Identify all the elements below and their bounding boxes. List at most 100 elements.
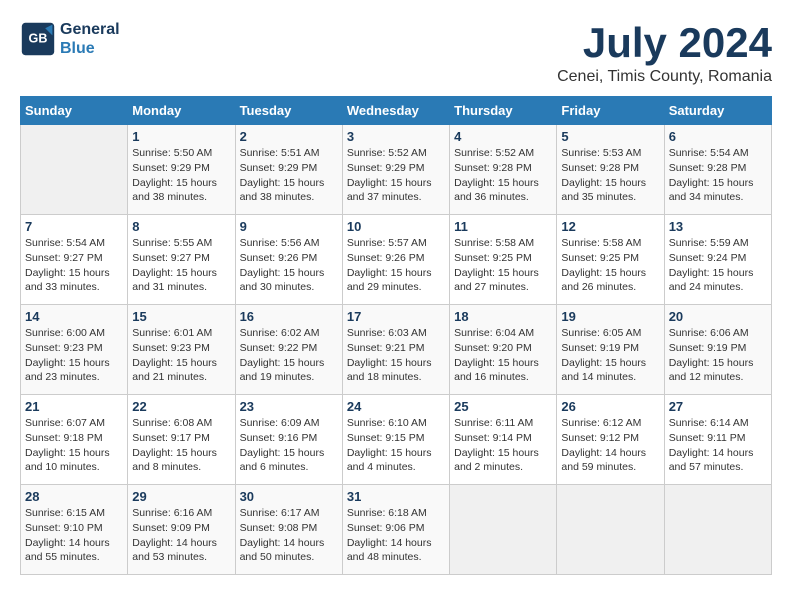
calendar-cell: 20 Sunrise: 6:06 AM Sunset: 9:19 PM Dayli…: [664, 305, 771, 395]
day-info: Sunrise: 6:00 AM Sunset: 9:23 PM Dayligh…: [25, 326, 123, 385]
calendar-cell: 8Sunrise: 5:55 AM Sunset: 9:27 PM Daylig…: [128, 215, 235, 305]
day-info: Sunrise: 6:06 AM Sunset: 9:19 PM Dayligh…: [669, 326, 767, 385]
calendar-cell: 14 Sunrise: 6:00 AM Sunset: 9:23 PM Dayli…: [21, 305, 128, 395]
day-info: Sunrise: 5:59 AM Sunset: 9:24 PM Dayligh…: [669, 236, 767, 295]
day-info: Sunrise: 5:58 AM Sunset: 9:25 PM Dayligh…: [561, 236, 659, 295]
day-number: 9: [240, 219, 338, 234]
day-number: 2: [240, 129, 338, 144]
day-number: 20: [669, 309, 767, 324]
day-number: 26: [561, 399, 659, 414]
logo-general-text: General: [60, 20, 120, 39]
calendar-week-row: 7Sunrise: 5:54 AM Sunset: 9:27 PM Daylig…: [21, 215, 772, 305]
day-info: Sunrise: 5:56 AM Sunset: 9:26 PM Dayligh…: [240, 236, 338, 295]
header-sunday: Sunday: [21, 97, 128, 125]
calendar-cell: 23Sunrise: 6:09 AM Sunset: 9:16 PM Dayli…: [235, 395, 342, 485]
day-info: Sunrise: 5:58 AM Sunset: 9:25 PM Dayligh…: [454, 236, 552, 295]
day-info: Sunrise: 5:50 AM Sunset: 9:29 PM Dayligh…: [132, 146, 230, 205]
calendar-cell: 21 Sunrise: 6:07 AM Sunset: 9:18 PM Dayli…: [21, 395, 128, 485]
calendar-cell: 3Sunrise: 5:52 AM Sunset: 9:29 PM Daylig…: [342, 125, 449, 215]
location-subtitle: Cenei, Timis County, Romania: [557, 68, 772, 86]
day-number: 19: [561, 309, 659, 324]
day-info: Sunrise: 6:18 AM Sunset: 9:06 PM Dayligh…: [347, 506, 445, 565]
header-saturday: Saturday: [664, 97, 771, 125]
calendar-cell: 28 Sunrise: 6:15 AM Sunset: 9:10 PM Dayli…: [21, 485, 128, 575]
day-number: 7: [25, 219, 123, 234]
day-info: Sunrise: 6:17 AM Sunset: 9:08 PM Dayligh…: [240, 506, 338, 565]
header-wednesday: Wednesday: [342, 97, 449, 125]
logo-blue-text: Blue: [60, 39, 120, 58]
calendar-week-row: 21 Sunrise: 6:07 AM Sunset: 9:18 PM Dayli…: [21, 395, 772, 485]
calendar-header-row: SundayMondayTuesdayWednesdayThursdayFrid…: [21, 97, 772, 125]
day-info: Sunrise: 6:09 AM Sunset: 9:16 PM Dayligh…: [240, 416, 338, 475]
day-number: 31: [347, 489, 445, 504]
day-number: 22: [132, 399, 230, 414]
day-info: Sunrise: 5:57 AM Sunset: 9:26 PM Dayligh…: [347, 236, 445, 295]
day-info: Sunrise: 6:05 AM Sunset: 9:19 PM Dayligh…: [561, 326, 659, 385]
calendar-cell: 29 Sunrise: 6:16 AM Sunset: 9:09 PM Dayli…: [128, 485, 235, 575]
calendar-cell: 13Sunrise: 5:59 AM Sunset: 9:24 PM Dayli…: [664, 215, 771, 305]
day-number: 27: [669, 399, 767, 414]
calendar-cell: 10 Sunrise: 5:57 AM Sunset: 9:26 PM Dayli…: [342, 215, 449, 305]
calendar-cell: [21, 125, 128, 215]
day-number: 16: [240, 309, 338, 324]
day-info: Sunrise: 6:08 AM Sunset: 9:17 PM Dayligh…: [132, 416, 230, 475]
day-number: 1: [132, 129, 230, 144]
calendar-cell: 25Sunrise: 6:11 AM Sunset: 9:14 PM Dayli…: [450, 395, 557, 485]
calendar-cell: [664, 485, 771, 575]
calendar-cell: [557, 485, 664, 575]
header-thursday: Thursday: [450, 97, 557, 125]
calendar-cell: 22 Sunrise: 6:08 AM Sunset: 9:17 PM Dayli…: [128, 395, 235, 485]
day-info: Sunrise: 6:11 AM Sunset: 9:14 PM Dayligh…: [454, 416, 552, 475]
day-number: 15: [132, 309, 230, 324]
day-info: Sunrise: 6:03 AM Sunset: 9:21 PM Dayligh…: [347, 326, 445, 385]
calendar-cell: 7Sunrise: 5:54 AM Sunset: 9:27 PM Daylig…: [21, 215, 128, 305]
calendar-cell: 30 Sunrise: 6:17 AM Sunset: 9:08 PM Dayli…: [235, 485, 342, 575]
calendar-cell: 27 Sunrise: 6:14 AM Sunset: 9:11 PM Dayli…: [664, 395, 771, 485]
month-year-title: July 2024: [557, 20, 772, 66]
day-info: Sunrise: 6:02 AM Sunset: 9:22 PM Dayligh…: [240, 326, 338, 385]
day-number: 24: [347, 399, 445, 414]
calendar-cell: 4Sunrise: 5:52 AM Sunset: 9:28 PM Daylig…: [450, 125, 557, 215]
day-info: Sunrise: 6:14 AM Sunset: 9:11 PM Dayligh…: [669, 416, 767, 475]
calendar-cell: 9 Sunrise: 5:56 AM Sunset: 9:26 PM Daylig…: [235, 215, 342, 305]
day-info: Sunrise: 6:04 AM Sunset: 9:20 PM Dayligh…: [454, 326, 552, 385]
day-info: Sunrise: 6:01 AM Sunset: 9:23 PM Dayligh…: [132, 326, 230, 385]
day-number: 18: [454, 309, 552, 324]
header-tuesday: Tuesday: [235, 97, 342, 125]
day-number: 30: [240, 489, 338, 504]
day-info: Sunrise: 6:07 AM Sunset: 9:18 PM Dayligh…: [25, 416, 123, 475]
day-number: 29: [132, 489, 230, 504]
day-number: 10: [347, 219, 445, 234]
day-number: 11: [454, 219, 552, 234]
logo: GB General Blue: [20, 20, 120, 58]
day-info: Sunrise: 6:10 AM Sunset: 9:15 PM Dayligh…: [347, 416, 445, 475]
logo-icon: GB: [20, 21, 56, 57]
calendar-cell: 5Sunrise: 5:53 AM Sunset: 9:28 PM Daylig…: [557, 125, 664, 215]
header-friday: Friday: [557, 97, 664, 125]
calendar-week-row: 28 Sunrise: 6:15 AM Sunset: 9:10 PM Dayli…: [21, 485, 772, 575]
calendar-cell: 19 Sunrise: 6:05 AM Sunset: 9:19 PM Dayli…: [557, 305, 664, 395]
day-info: Sunrise: 5:51 AM Sunset: 9:29 PM Dayligh…: [240, 146, 338, 205]
day-number: 4: [454, 129, 552, 144]
day-info: Sunrise: 5:55 AM Sunset: 9:27 PM Dayligh…: [132, 236, 230, 295]
header-monday: Monday: [128, 97, 235, 125]
calendar-cell: 18 Sunrise: 6:04 AM Sunset: 9:20 PM Dayli…: [450, 305, 557, 395]
day-info: Sunrise: 6:12 AM Sunset: 9:12 PM Dayligh…: [561, 416, 659, 475]
day-number: 14: [25, 309, 123, 324]
calendar-cell: 11 Sunrise: 5:58 AM Sunset: 9:25 PM Dayli…: [450, 215, 557, 305]
calendar-cell: 16 Sunrise: 6:02 AM Sunset: 9:22 PM Dayli…: [235, 305, 342, 395]
header: GB General Blue July 2024 Cenei, Timis C…: [20, 20, 772, 86]
day-info: Sunrise: 6:16 AM Sunset: 9:09 PM Dayligh…: [132, 506, 230, 565]
calendar-cell: 1 Sunrise: 5:50 AM Sunset: 9:29 PM Daylig…: [128, 125, 235, 215]
day-number: 28: [25, 489, 123, 504]
svg-text:GB: GB: [29, 32, 48, 46]
calendar-cell: [450, 485, 557, 575]
day-number: 21: [25, 399, 123, 414]
day-info: Sunrise: 6:15 AM Sunset: 9:10 PM Dayligh…: [25, 506, 123, 565]
calendar-cell: 24 Sunrise: 6:10 AM Sunset: 9:15 PM Dayli…: [342, 395, 449, 485]
calendar-cell: 15 Sunrise: 6:01 AM Sunset: 9:23 PM Dayli…: [128, 305, 235, 395]
calendar-week-row: 1 Sunrise: 5:50 AM Sunset: 9:29 PM Daylig…: [21, 125, 772, 215]
day-number: 12: [561, 219, 659, 234]
day-number: 17: [347, 309, 445, 324]
day-info: Sunrise: 5:54 AM Sunset: 9:28 PM Dayligh…: [669, 146, 767, 205]
